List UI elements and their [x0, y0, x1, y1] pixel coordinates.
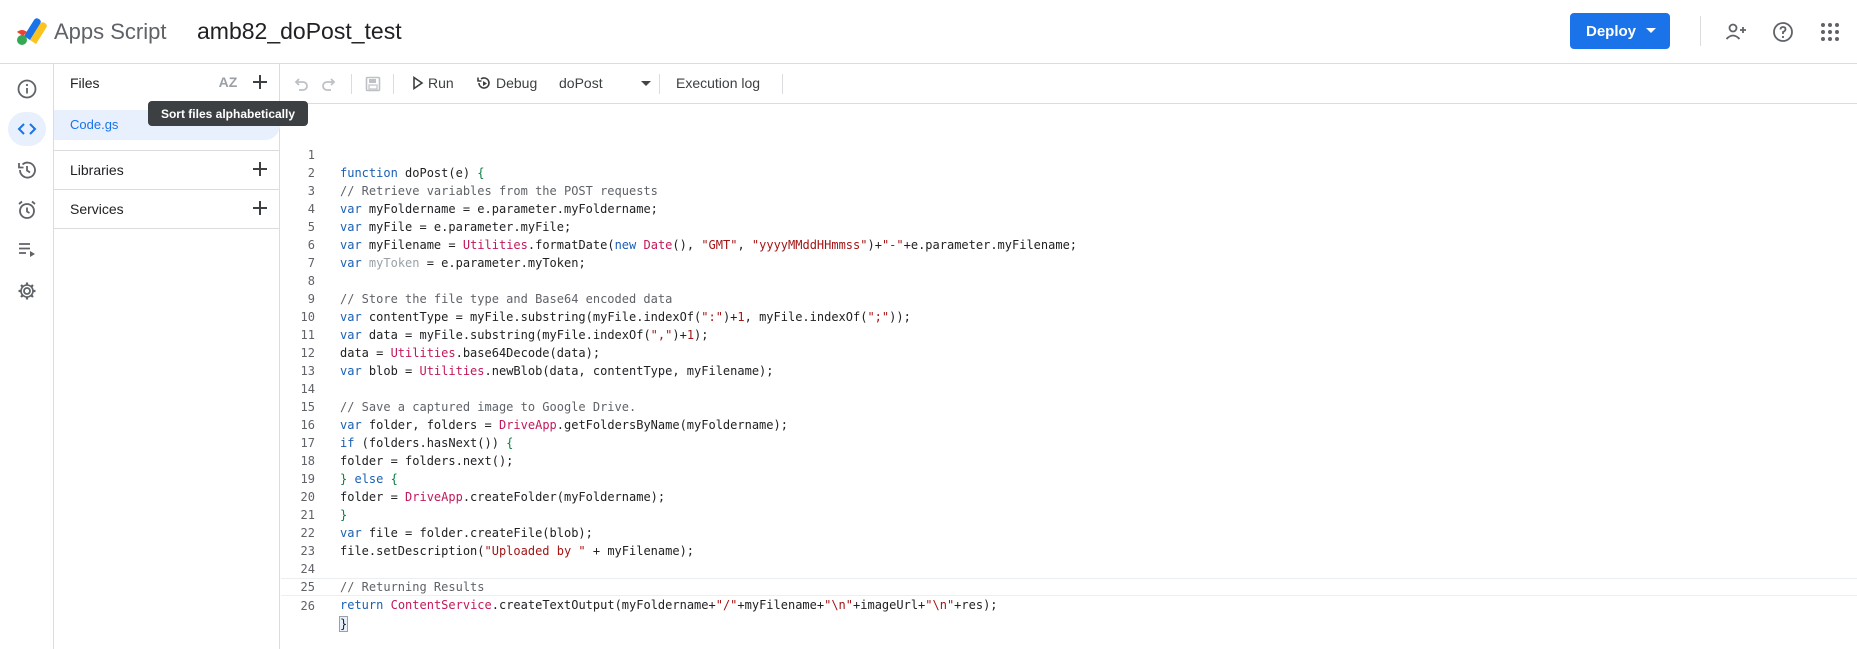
function-select[interactable]: doPost	[559, 75, 651, 91]
chevron-down-icon	[641, 81, 651, 86]
code-line: 5 var myFilename = Utilities.formatDate(…	[281, 200, 1857, 252]
code-line-current: 26 }	[281, 578, 1857, 632]
code-line: 25 return ContentService.createTextOutpu…	[281, 560, 1857, 612]
apps-script-logo-icon[interactable]	[14, 14, 48, 48]
code-line: 6 var myToken = e.parameter.myToken;	[281, 218, 1857, 270]
execution-log-label: Execution log	[676, 75, 761, 91]
files-panel: Files AZ Code.gs Libraries Services	[54, 64, 280, 649]
play-icon	[413, 76, 424, 90]
code-line: 4 var myFile = e.parameter.myFile;	[281, 182, 1857, 234]
line-content: return ContentService.createTextOutput(m…	[340, 598, 998, 612]
apps-grid-icon[interactable]	[1814, 16, 1846, 48]
plus-icon	[253, 162, 267, 176]
chevron-down-icon	[1646, 28, 1656, 33]
left-navigation-rail	[0, 64, 54, 649]
code-line: 20 }	[281, 470, 1857, 522]
function-select-value: doPost	[559, 75, 603, 91]
code-line: 18 } else {	[281, 434, 1857, 486]
top-header: Apps Script amb82_doPost_test Deploy	[0, 0, 1857, 64]
app-name[interactable]: Apps Script	[54, 19, 167, 45]
history-icon[interactable]	[8, 153, 46, 187]
services-row[interactable]: Services	[54, 190, 280, 228]
code-line: 15 var folder, folders = DriveApp.getFol…	[281, 380, 1857, 432]
code-line: 8 // Store the file type and Base64 enco…	[281, 254, 1857, 306]
run-label: Run	[428, 75, 454, 91]
code-line: 10 var data = myFile.substring(myFile.in…	[281, 290, 1857, 342]
code-line: 14 // Save a captured image to Google Dr…	[281, 362, 1857, 414]
toolbar-divider	[351, 74, 352, 94]
code-line: 19 folder = DriveApp.createFolder(myFold…	[281, 452, 1857, 504]
editor-toolbar: Run Debug doPost Execution log	[281, 64, 1857, 104]
execution-log-button[interactable]: Execution log	[676, 75, 760, 91]
code-icon[interactable]	[8, 112, 46, 146]
debug-label: Debug	[496, 75, 538, 91]
debug-button[interactable]: Debug	[476, 75, 537, 91]
code-line: 9 var contentType = myFile.substring(myF…	[281, 272, 1857, 324]
add-service-button[interactable]	[248, 196, 272, 220]
project-title[interactable]: amb82_doPost_test	[197, 18, 402, 45]
code-line: 22 file.setDescription("Uploaded by " + …	[281, 506, 1857, 558]
debug-icon	[477, 77, 490, 89]
toolbar-divider	[782, 74, 783, 94]
code-line: 7	[281, 236, 1857, 270]
code-line: 21 var file = folder.createFile(blob);	[281, 488, 1857, 540]
files-label: Files	[70, 75, 100, 91]
code-line: 13	[281, 344, 1857, 378]
toolbar-divider	[393, 74, 394, 94]
help-icon[interactable]	[1767, 16, 1799, 48]
deploy-button[interactable]: Deploy	[1570, 13, 1670, 49]
header-divider	[1700, 16, 1701, 46]
code-line: 16 if (folders.hasNext()) {	[281, 398, 1857, 450]
panel-divider	[54, 228, 280, 229]
add-file-button[interactable]	[248, 70, 272, 94]
files-header: Files AZ	[54, 64, 280, 102]
toolbar-divider	[659, 74, 660, 94]
code-editor[interactable]: 1 function doPost(e) { 2 // Retrieve var…	[281, 105, 1857, 649]
add-library-button[interactable]	[248, 157, 272, 181]
run-button[interactable]: Run	[412, 75, 454, 91]
save-icon[interactable]	[361, 72, 385, 96]
code-line: 1 function doPost(e) {	[281, 128, 1857, 180]
plus-icon	[253, 75, 267, 89]
executions-icon[interactable]	[8, 233, 46, 267]
line-content: }	[338, 616, 349, 632]
redo-icon[interactable]	[317, 72, 341, 96]
info-icon[interactable]	[8, 72, 46, 106]
sort-tooltip: Sort files alphabetically	[148, 101, 308, 126]
alarm-icon[interactable]	[8, 193, 46, 227]
code-line: 12 var blob = Utilities.newBlob(data, co…	[281, 326, 1857, 378]
sort-az-icon[interactable]: AZ	[216, 70, 240, 94]
code-line: 23	[281, 524, 1857, 558]
plus-icon	[253, 201, 267, 215]
services-label: Services	[70, 201, 124, 217]
line-number: 26	[300, 599, 315, 613]
code-line: 3 var myFoldername = e.parameter.myFolde…	[281, 164, 1857, 216]
settings-icon[interactable]	[8, 274, 46, 308]
code-line: 2 // Retrieve variables from the POST re…	[281, 146, 1857, 198]
libraries-row[interactable]: Libraries	[54, 151, 280, 189]
code-line: 24 // Returning Results	[281, 542, 1857, 594]
undo-icon[interactable]	[289, 72, 313, 96]
libraries-label: Libraries	[70, 162, 124, 178]
file-name: Code.gs	[70, 117, 119, 132]
code-line: 11 data = Utilities.base64Decode(data);	[281, 308, 1857, 360]
share-person-add-icon[interactable]	[1720, 16, 1752, 48]
deploy-button-label: Deploy	[1586, 22, 1637, 40]
code-line: 17 folder = folders.next();	[281, 416, 1857, 468]
